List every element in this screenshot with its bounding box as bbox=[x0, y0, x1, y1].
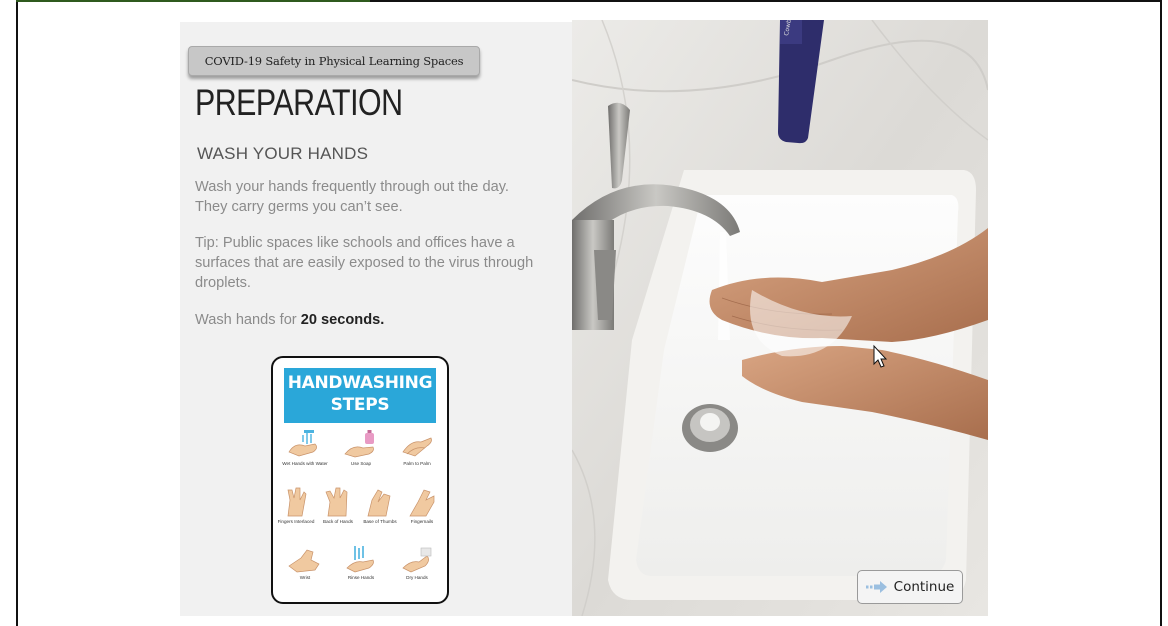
handwashing-poster: HANDWASHING STEPS Wet Hands with Water U… bbox=[271, 356, 449, 604]
soap-icon bbox=[344, 430, 374, 458]
step-rinse-hands: Rinse Hands bbox=[335, 546, 387, 581]
step-label: Dry Hands bbox=[406, 575, 428, 580]
poster-title-line1: HANDWASHING bbox=[287, 373, 433, 393]
palm-to-palm-icon bbox=[402, 437, 432, 457]
tip-paragraph: Tip: Public spaces like schools and offi… bbox=[195, 235, 534, 291]
step-label: Rinse Hands bbox=[347, 575, 375, 580]
top-progress-bar bbox=[16, 0, 370, 2]
step-label: Back of Hands bbox=[323, 519, 353, 524]
arrow-right-icon bbox=[865, 581, 887, 593]
step-use-soap: Use Soap bbox=[335, 430, 387, 467]
handwashing-photo: Cowboy bbox=[572, 20, 988, 616]
duration-paragraph: Wash hands for 20 seconds. bbox=[195, 310, 540, 330]
step-back-of-hands: Back of Hands bbox=[317, 486, 359, 525]
section-subtitle: WASH YOUR HANDS bbox=[197, 144, 369, 163]
step-wet-hands: Wet Hands with Water bbox=[279, 430, 331, 467]
wrist-icon bbox=[288, 549, 320, 573]
fingers-interlaced-icon bbox=[287, 487, 307, 517]
course-title-tag: COVID-19 Safety in Physical Learning Spa… bbox=[188, 46, 480, 76]
step-label: Fingers Interlaced bbox=[277, 519, 315, 524]
step-label: Wet Hands with Water bbox=[282, 461, 328, 466]
rinse-hands-icon bbox=[346, 546, 374, 573]
sink-photo-illustration: Cowboy bbox=[572, 20, 988, 616]
continue-label: Continue bbox=[893, 579, 955, 595]
back-of-hands-icon bbox=[325, 487, 348, 517]
step-fingernails: Fingernails bbox=[401, 486, 443, 525]
duration-value: 20 seconds. bbox=[300, 312, 385, 328]
page-title: PREPARATION bbox=[195, 82, 403, 123]
continue-button[interactable]: Continue bbox=[857, 570, 963, 604]
step-label: Palm to Palm bbox=[403, 461, 431, 466]
fingernails-icon bbox=[409, 489, 435, 517]
wet-hands-icon bbox=[288, 430, 317, 457]
step-label: Fingernails bbox=[410, 519, 434, 524]
step-palm-to-palm: Palm to Palm bbox=[391, 430, 443, 467]
duration-prefix: Wash hands for bbox=[195, 312, 301, 328]
dry-hands-icon bbox=[402, 547, 432, 573]
step-base-of-thumbs: Base of Thumbs bbox=[359, 486, 401, 525]
step-wrist: Wrist bbox=[279, 546, 331, 581]
poster-title-line2: STEPS bbox=[330, 395, 390, 415]
step-label: Wrist bbox=[299, 575, 311, 580]
step-dry-hands: Dry Hands bbox=[391, 546, 443, 581]
step-fingers-interlaced: Fingers Interlaced bbox=[275, 486, 317, 525]
step-label: Use Soap bbox=[350, 461, 372, 466]
poster-header: HANDWASHING STEPS bbox=[284, 368, 436, 423]
step-label: Base of Thumbs bbox=[363, 519, 397, 524]
body-paragraph-1: Wash your hands frequently through out t… bbox=[195, 179, 509, 215]
base-of-thumbs-icon bbox=[367, 489, 391, 517]
